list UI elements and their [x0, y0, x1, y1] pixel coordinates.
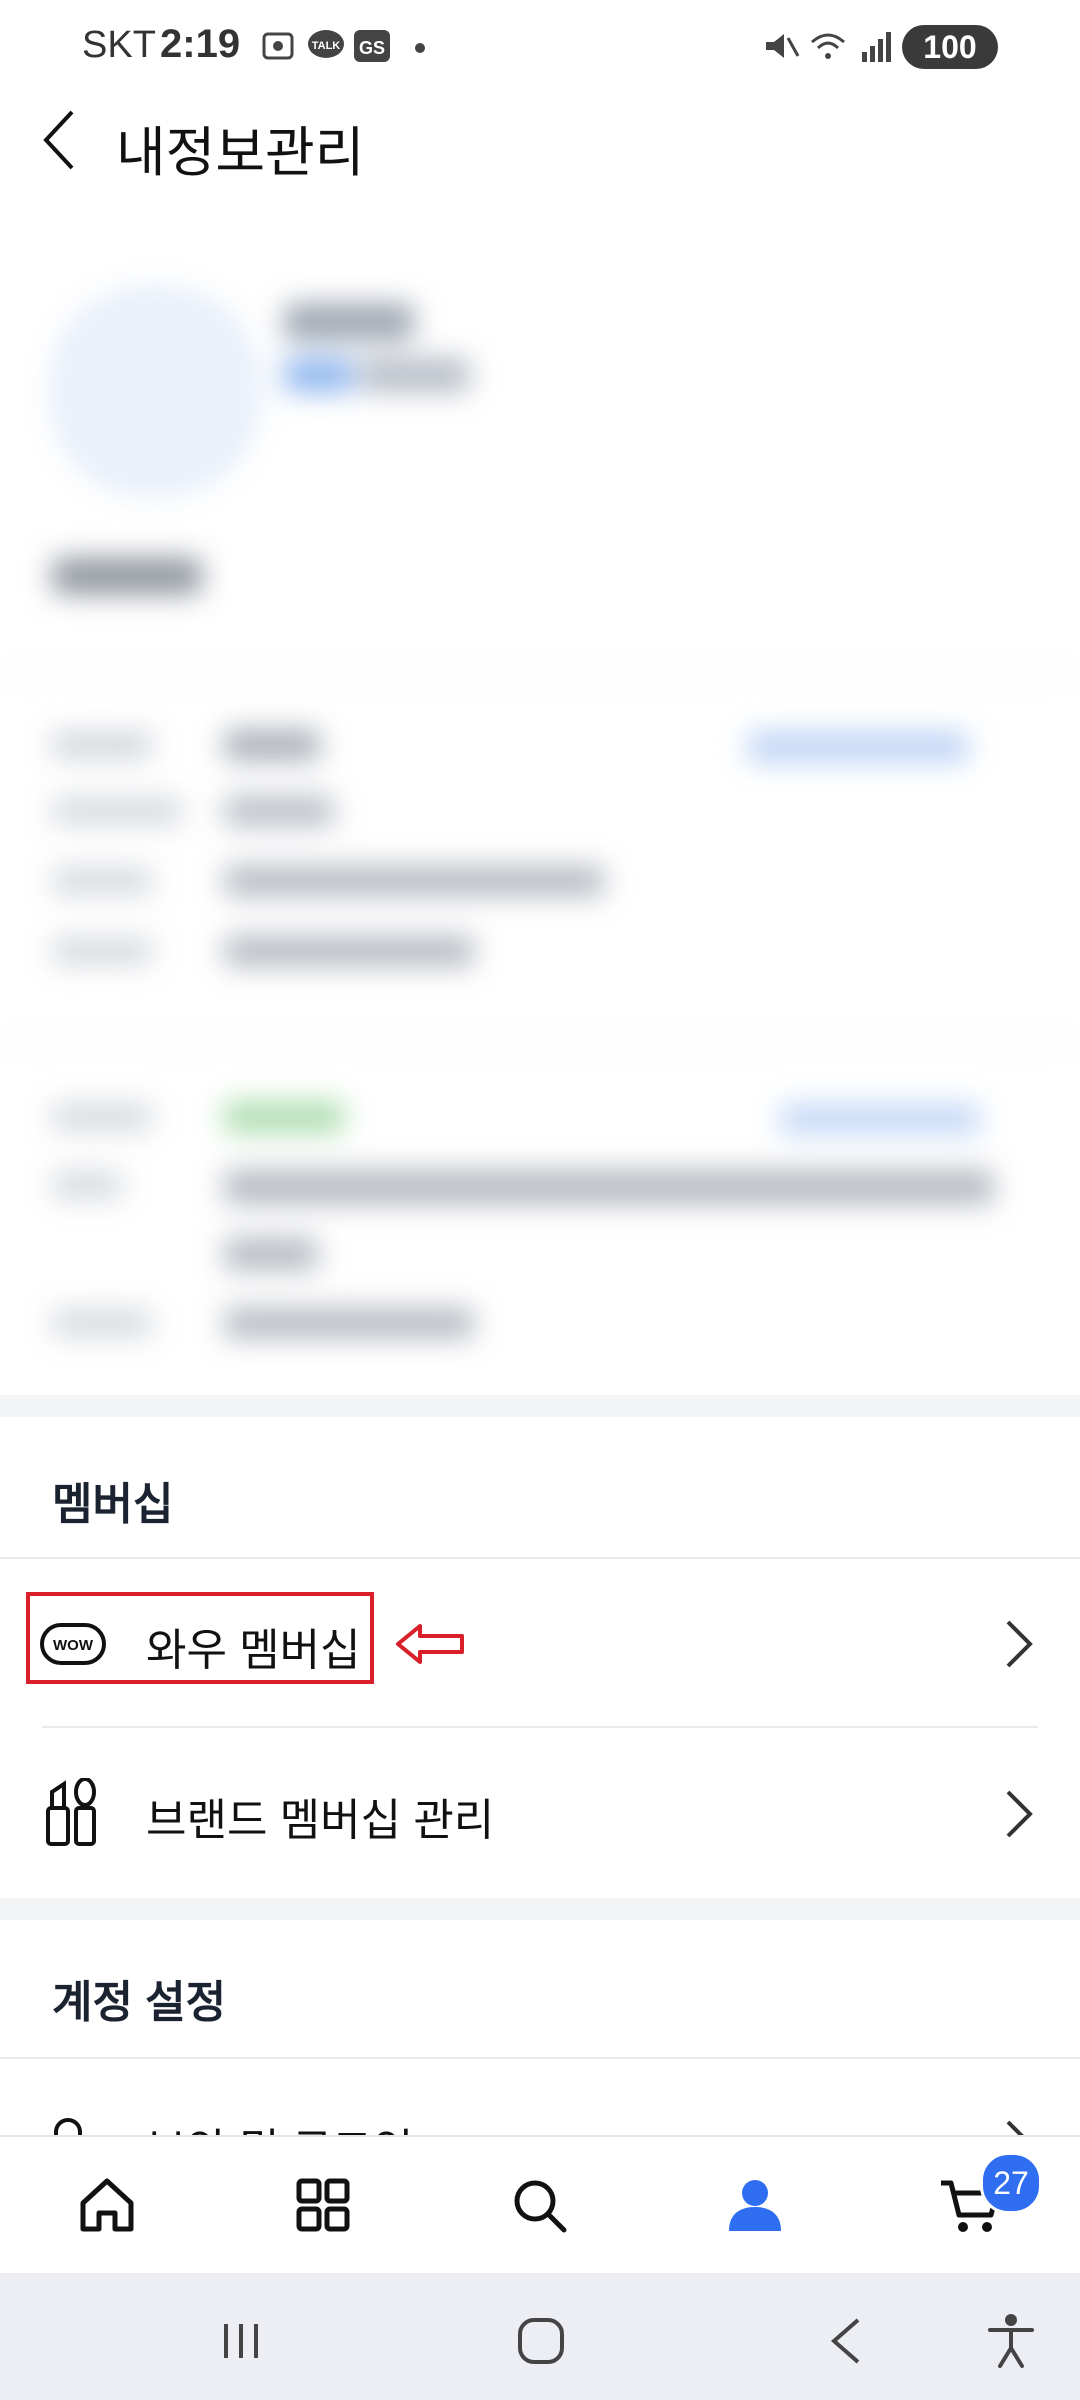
profile-tag-block: [284, 358, 354, 392]
accessibility-icon[interactable]: [986, 2312, 1036, 2370]
red-arrow-icon: [396, 1624, 464, 1664]
lock-icon: [54, 2118, 82, 2135]
avatar: [52, 288, 258, 494]
chevron-right-icon: [1006, 1620, 1033, 1668]
clock: 2:19: [160, 22, 241, 66]
profile-name-block: [284, 304, 414, 340]
screenshot-icon: [262, 32, 294, 60]
brand-membership-label: 브랜드 멤버십 관리: [146, 1796, 495, 1845]
nav-home[interactable]: [62, 2160, 152, 2250]
page-title: 내정보관리: [116, 123, 365, 183]
my-account-icon: [729, 2180, 781, 2231]
svg-text:TALK: TALK: [312, 40, 341, 52]
membership-section-title: 멤버십: [52, 1480, 174, 1529]
status-bar: SKT 2:19 TALK GS 100: [0, 0, 1080, 92]
cart-badge: 27: [980, 2152, 1042, 2214]
account-section-title: 계정 설정: [52, 1978, 227, 2027]
nav-my-account[interactable]: [710, 2160, 800, 2250]
gs-icon: GS: [354, 30, 390, 62]
security-login-row[interactable]: 보안 및 로그인: [0, 2060, 1080, 2135]
carrier-label: SKT: [82, 24, 156, 66]
blurred-personal-info: [0, 232, 1080, 1412]
divider: [42, 1726, 1038, 1728]
chevron-right-icon: [1006, 1790, 1033, 1838]
talk-icon: TALK: [308, 30, 344, 58]
profile-sub-block: [360, 358, 470, 392]
highlight-box: [26, 1592, 374, 1684]
wifi-icon: [811, 33, 845, 59]
section-label-block: [52, 558, 202, 594]
divider: [0, 2057, 1080, 2059]
back-button-icon[interactable]: [826, 2314, 866, 2368]
nav-search[interactable]: [494, 2160, 584, 2250]
brand-membership-row[interactable]: 브랜드 멤버십 관리: [0, 1730, 1080, 1898]
recent-apps-icon[interactable]: [216, 2316, 266, 2366]
battery-level: 100: [923, 28, 977, 65]
chevron-right-icon: [1006, 2120, 1024, 2135]
back-chevron-icon: [43, 110, 74, 170]
divider: [0, 1557, 1080, 1559]
section-separator: [0, 1898, 1080, 1920]
category-icon: [296, 2178, 350, 2232]
mute-icon: [766, 34, 800, 58]
cart-badge-count: 27: [993, 2164, 1029, 2201]
dot-icon: [415, 43, 425, 53]
battery-indicator: 100: [902, 25, 998, 69]
signal-icon: [862, 32, 891, 62]
svg-text:GS: GS: [359, 38, 385, 58]
section-separator: [0, 1395, 1080, 1417]
home-icon: [80, 2178, 134, 2232]
brand-cosmetics-icon: [46, 1778, 96, 1846]
search-icon: [514, 2180, 567, 2233]
home-button-icon[interactable]: [514, 2314, 568, 2368]
security-login-label: 보안 및 로그인: [146, 2114, 413, 2135]
nav-category[interactable]: [278, 2160, 368, 2250]
back-button[interactable]: [30, 100, 90, 180]
